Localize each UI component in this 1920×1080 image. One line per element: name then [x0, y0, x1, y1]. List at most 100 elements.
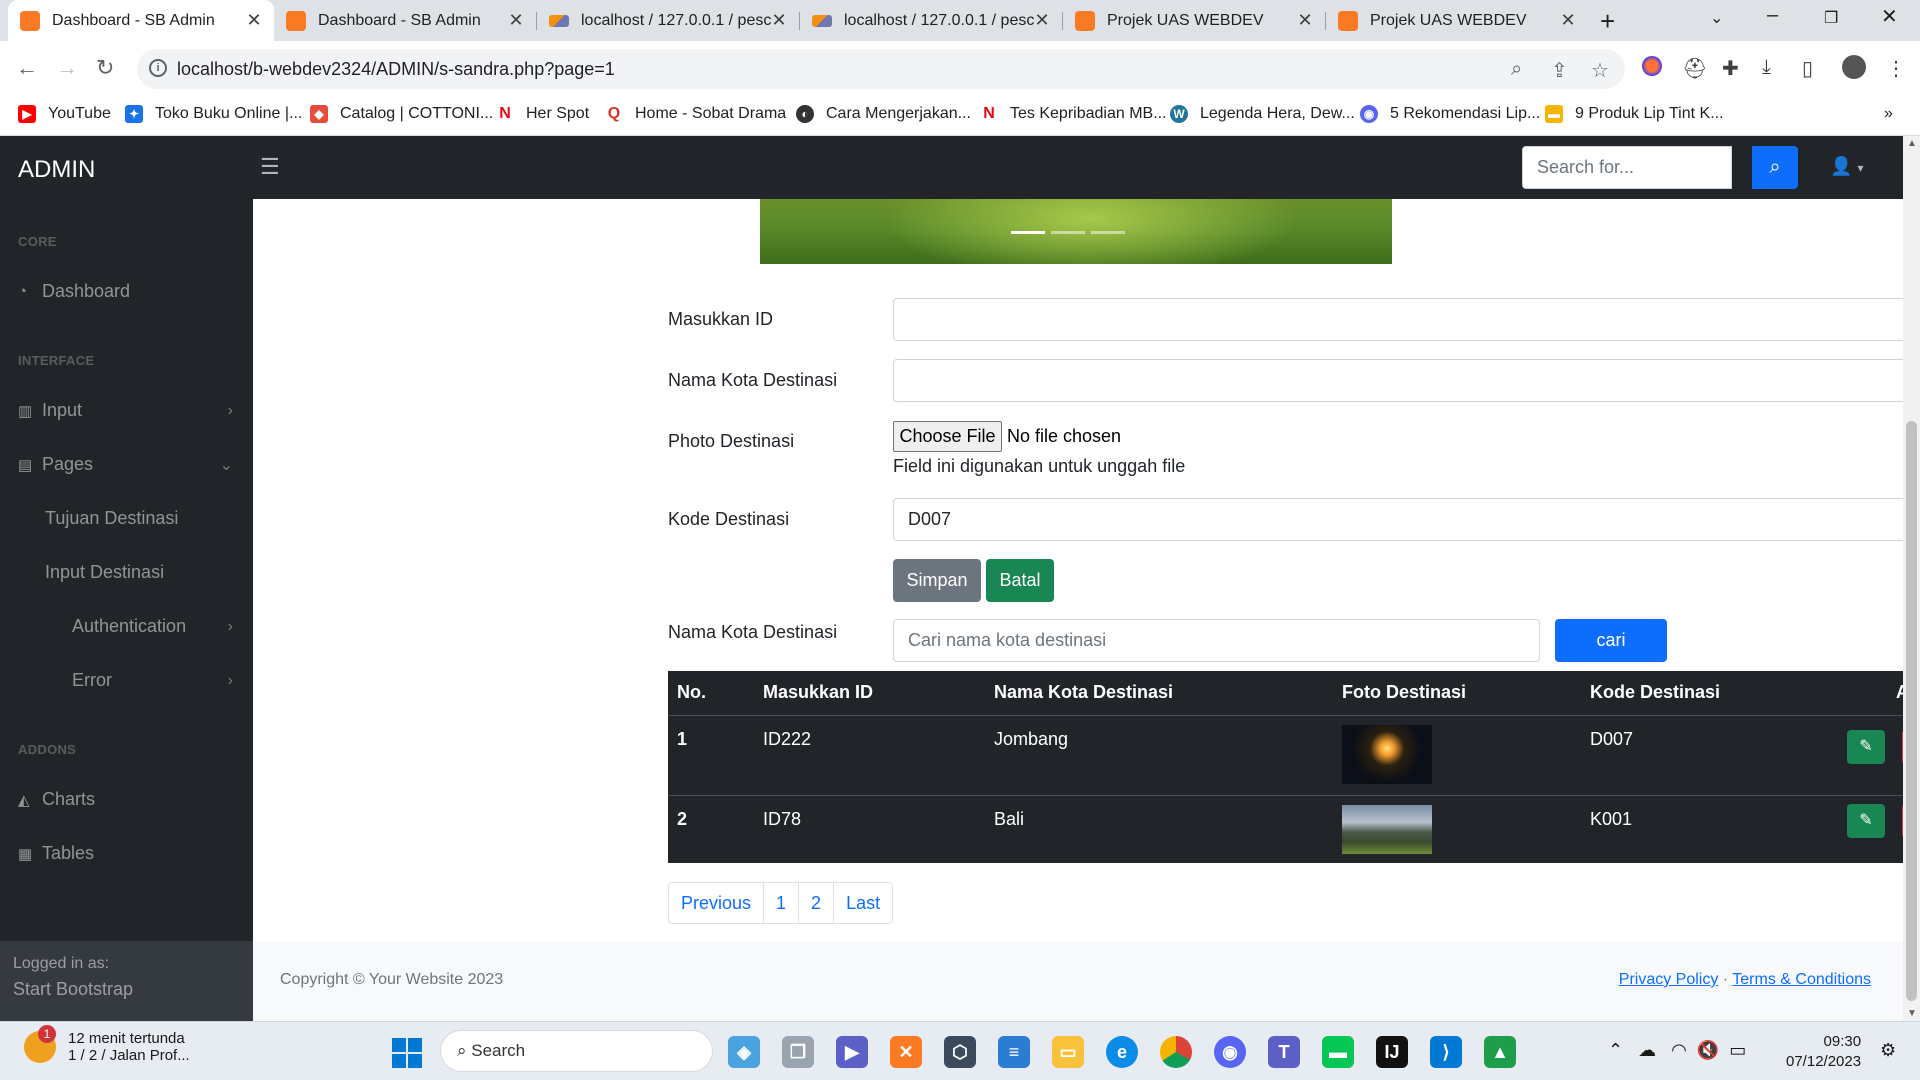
- bookmark-toko-buku[interactable]: ✦ Toko Buku Online |...: [125, 105, 302, 123]
- cari-button[interactable]: cari: [1555, 619, 1667, 662]
- bookmark-sobat-drama[interactable]: Q Home - Sobat Drama: [605, 105, 786, 123]
- tab-projek-2[interactable]: Projek UAS WEBDEV ✕: [1326, 0, 1588, 41]
- address-bar[interactable]: i localhost/b-webdev2324/ADMIN/s-sandra.…: [137, 49, 1625, 89]
- chevron-up-icon[interactable]: ⌃: [1608, 1040, 1623, 1060]
- intellij-icon[interactable]: IJ: [1376, 1036, 1408, 1068]
- site-info-icon[interactable]: i: [149, 59, 167, 77]
- close-tab-icon[interactable]: ✕: [1560, 10, 1576, 31]
- page-2[interactable]: 2: [798, 882, 835, 924]
- bookmark-star-icon[interactable]: ☆: [1591, 58, 1609, 83]
- volume-muted-icon[interactable]: 🔇: [1697, 1040, 1719, 1060]
- url-text[interactable]: localhost/b-webdev2324/ADMIN/s-sandra.ph…: [177, 59, 615, 80]
- bookmark-her-spot[interactable]: N Her Spot: [496, 105, 589, 123]
- tab-dashboard-2[interactable]: Dashboard - SB Admin ✕: [274, 0, 536, 41]
- restore-icon[interactable]: ❐: [1824, 8, 1838, 28]
- tab-phpmyadmin-1[interactable]: localhost / 127.0.0.1 / pesc ✕: [537, 0, 799, 41]
- back-arrow-icon[interactable]: ←: [16, 55, 38, 81]
- search-city-input[interactable]: Cari nama kota destinasi: [893, 619, 1540, 662]
- nama-kota-input[interactable]: [893, 359, 1920, 402]
- android-studio-icon[interactable]: ▲: [1484, 1036, 1516, 1068]
- close-tab-icon[interactable]: ✕: [508, 10, 524, 31]
- bookmark-catalog[interactable]: ◆ Catalog | COTTONI...: [310, 105, 493, 123]
- sidebar-item-authentication[interactable]: Authentication ›: [72, 616, 233, 637]
- scroll-up-icon[interactable]: ▲: [1907, 138, 1917, 149]
- tab-dashboard-1[interactable]: Dashboard - SB Admin ✕: [8, 0, 274, 41]
- edit-button[interactable]: ✎: [1847, 804, 1885, 838]
- terms-link[interactable]: Terms & Conditions: [1732, 971, 1871, 988]
- close-window-icon[interactable]: ✕: [1881, 4, 1898, 29]
- destination-carousel[interactable]: [760, 199, 1392, 264]
- extension-firefox-icon[interactable]: [1642, 56, 1662, 76]
- sidebar-item-charts[interactable]: ◭ Charts: [18, 789, 95, 810]
- sidebar-item-input-destinasi[interactable]: Input Destinasi: [45, 562, 164, 583]
- sidebar-toggle-icon[interactable]: ☰: [260, 154, 280, 180]
- close-tab-icon[interactable]: ✕: [771, 10, 787, 31]
- bookmark-legenda-hera[interactable]: W Legenda Hera, Dew...: [1170, 105, 1355, 123]
- carousel-indicator[interactable]: [1051, 231, 1085, 234]
- kode-input[interactable]: D007: [893, 498, 1920, 541]
- side-panel-icon[interactable]: ▯: [1802, 56, 1813, 81]
- simpan-button[interactable]: Simpan: [893, 559, 981, 602]
- reload-icon[interactable]: ↻: [96, 55, 114, 81]
- copilot-icon[interactable]: ◈: [728, 1036, 760, 1068]
- share-icon[interactable]: ⇪: [1551, 58, 1568, 83]
- page-1[interactable]: 1: [763, 882, 800, 924]
- task-view-icon[interactable]: ❐: [782, 1036, 814, 1068]
- notification-center-icon[interactable]: ⚙: [1880, 1040, 1896, 1061]
- close-tab-icon[interactable]: ✕: [1034, 10, 1050, 31]
- profile-avatar[interactable]: [1842, 55, 1866, 79]
- user-dropdown[interactable]: 👤 ▾: [1830, 156, 1863, 177]
- sidebar-item-tujuan-destinasi[interactable]: Tujuan Destinasi: [45, 508, 178, 529]
- new-tab-plus-icon[interactable]: +: [1600, 6, 1615, 37]
- bookmark-rekomendasi-lip[interactable]: ◉ 5 Rekomendasi Lip...: [1360, 105, 1540, 123]
- system-tray[interactable]: ⌃ ☁ ◠ 🔇 ▭: [1608, 1040, 1746, 1061]
- carousel-indicator[interactable]: [1091, 231, 1125, 234]
- minimize-icon[interactable]: –: [1767, 4, 1778, 27]
- tab-search-chevron-icon[interactable]: ⌄: [1710, 8, 1723, 28]
- page-last[interactable]: Last: [833, 882, 894, 924]
- carousel-indicator[interactable]: [1011, 231, 1045, 234]
- sidebar-item-error[interactable]: Error ›: [72, 670, 233, 691]
- xampp-icon[interactable]: ✕: [890, 1036, 922, 1068]
- close-tab-icon[interactable]: ✕: [246, 10, 262, 31]
- notepad-icon[interactable]: ≡: [998, 1036, 1030, 1068]
- wifi-icon[interactable]: ◠: [1671, 1040, 1687, 1060]
- bookmark-produk-lip-tint[interactable]: ▬ 9 Produk Lip Tint K...: [1545, 105, 1724, 123]
- edit-button[interactable]: ✎: [1847, 730, 1885, 764]
- navbar-brand[interactable]: ADMIN: [18, 156, 95, 184]
- close-tab-icon[interactable]: ✕: [1297, 10, 1313, 31]
- sidebar-item-tables[interactable]: ▦ Tables: [18, 843, 94, 864]
- scrollbar-thumb[interactable]: [1906, 421, 1917, 1001]
- extensions-puzzle-icon[interactable]: ✚: [1722, 56, 1739, 81]
- discord-icon[interactable]: ◉: [1214, 1036, 1246, 1068]
- tab-projek-1[interactable]: Projek UAS WEBDEV ✕: [1063, 0, 1325, 41]
- forward-arrow-icon[interactable]: →: [56, 55, 78, 81]
- download-icon[interactable]: ⤓: [1762, 56, 1771, 79]
- privacy-policy-link[interactable]: Privacy Policy: [1619, 971, 1719, 988]
- onedrive-icon[interactable]: ☁: [1638, 1040, 1656, 1060]
- navbar-search-button[interactable]: ⌕: [1752, 146, 1798, 189]
- tab-phpmyadmin-2[interactable]: localhost / 127.0.0.1 / pesc ✕: [800, 0, 1062, 41]
- chrome-menu-icon[interactable]: ⋮: [1886, 56, 1906, 81]
- navbar-search-input[interactable]: Search for...: [1522, 146, 1732, 189]
- file-explorer-icon[interactable]: ▭: [1052, 1036, 1084, 1068]
- extension-incognito-icon[interactable]: ⛑: [1682, 56, 1707, 81]
- chrome-icon[interactable]: [1160, 1036, 1192, 1068]
- bookmark-youtube[interactable]: ▶ YouTube: [18, 105, 111, 123]
- battery-icon[interactable]: ▭: [1729, 1040, 1746, 1060]
- windows-start-icon[interactable]: [392, 1038, 422, 1068]
- widgets-news[interactable]: 1 12 menit tertunda 1 / 2 / Jalan Prof..…: [24, 1025, 190, 1064]
- sidebar-item-input[interactable]: ▥ Input ›: [18, 400, 233, 421]
- virtualbox-icon[interactable]: ⬡: [944, 1036, 976, 1068]
- zoom-icon[interactable]: ⌕: [1511, 58, 1522, 81]
- page-scrollbar[interactable]: ▲ ▼: [1903, 136, 1920, 1021]
- bookmark-cara-mengerjakan[interactable]: ◐ Cara Mengerjakan...: [796, 105, 971, 123]
- choose-file-button[interactable]: Choose File: [893, 421, 1002, 452]
- page-previous[interactable]: Previous: [668, 882, 765, 924]
- edge-icon[interactable]: e: [1106, 1036, 1138, 1068]
- sidebar-item-dashboard[interactable]: ◔ Dashboard: [18, 281, 130, 302]
- vscode-icon[interactable]: ⟩: [1430, 1036, 1462, 1068]
- teams-icon[interactable]: T: [1268, 1036, 1300, 1068]
- sidebar-item-pages[interactable]: ▤ Pages ⌄: [18, 454, 233, 475]
- batal-button[interactable]: Batal: [986, 559, 1054, 602]
